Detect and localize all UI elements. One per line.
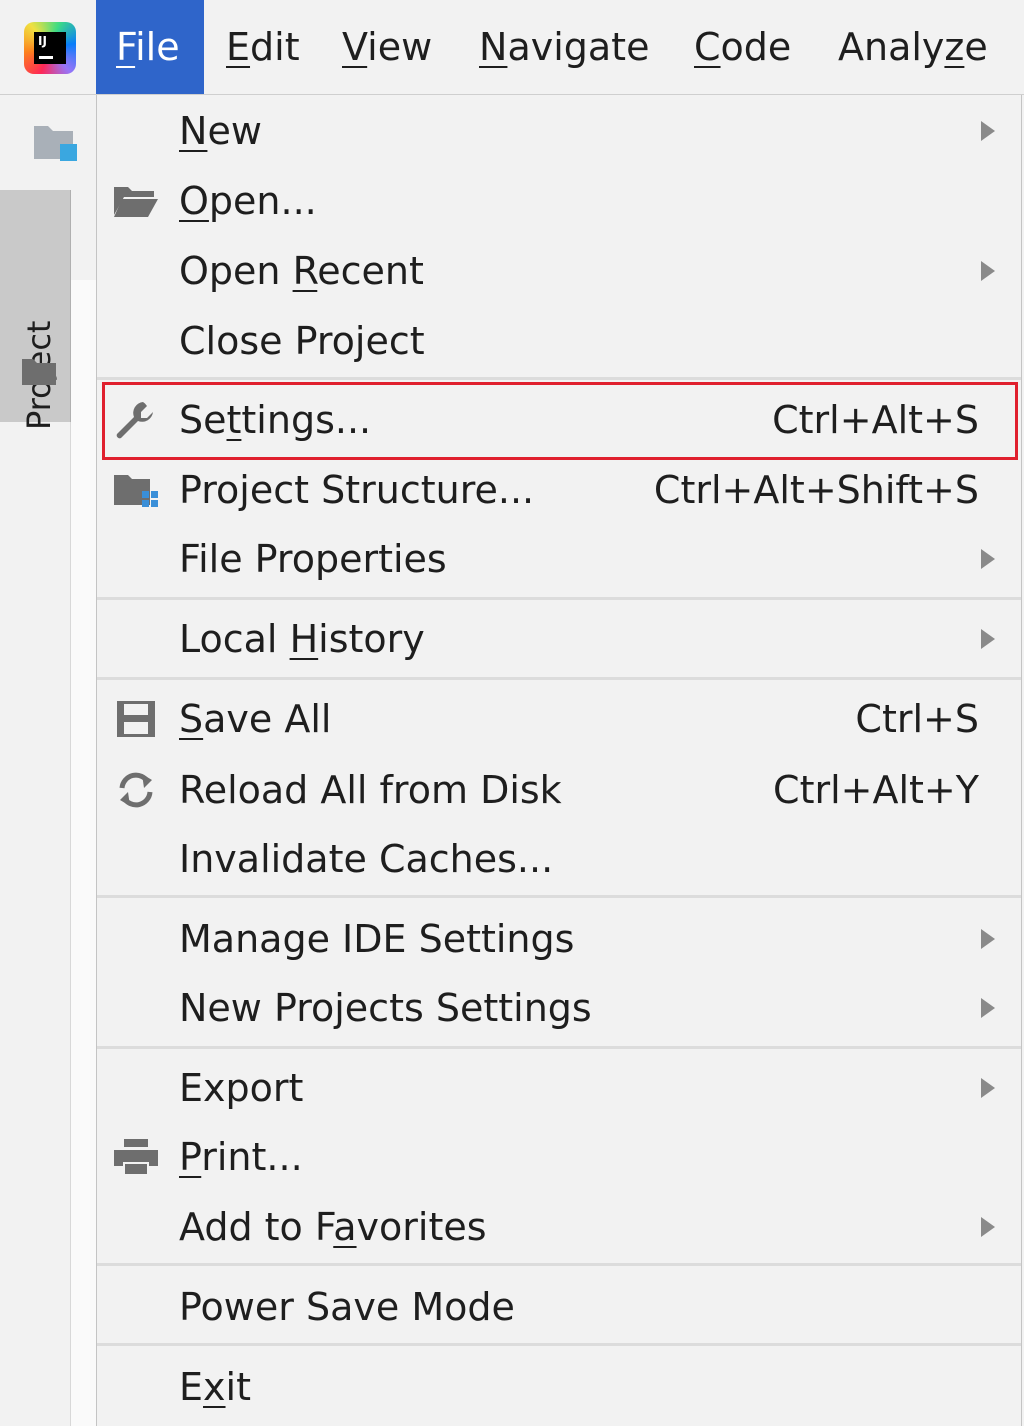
- menu-code[interactable]: Code: [672, 0, 813, 94]
- submenu-arrow-icon: [981, 629, 995, 649]
- menu-item-export[interactable]: Export: [97, 1056, 1021, 1120]
- submenu-arrow-icon: [981, 1078, 995, 1098]
- intellij-logo-icon[interactable]: IJ: [24, 22, 76, 74]
- menu-item-new-projects-settings[interactable]: New Projects Settings: [97, 976, 1021, 1040]
- menu-navigate[interactable]: Navigate: [457, 0, 671, 94]
- menu-bar: IJ File Edit View Navigate Code Analyze: [0, 0, 1024, 95]
- left-tool-strip: Project: [0, 95, 97, 1426]
- menu-item-reload-all[interactable]: Reload All from Disk Ctrl+Alt+Y: [97, 758, 1021, 822]
- menu-item-local-history[interactable]: Local History: [97, 607, 1021, 671]
- menu-item-new[interactable]: New: [97, 99, 1021, 163]
- menu-separator: [97, 377, 1021, 380]
- logo-text: IJ: [38, 34, 47, 48]
- submenu-arrow-icon: [981, 549, 995, 569]
- menu-separator: [97, 677, 1021, 680]
- menu-item-close-project[interactable]: Close Project: [97, 309, 1021, 373]
- menu-separator: [97, 597, 1021, 600]
- menu-item-open[interactable]: Open...: [97, 169, 1021, 233]
- project-tool-tab[interactable]: Project: [0, 190, 71, 430]
- menu-item-power-save-mode[interactable]: Power Save Mode: [97, 1275, 1021, 1339]
- menu-separator: [97, 1343, 1021, 1346]
- project-folder-icon[interactable]: [32, 120, 78, 164]
- menu-item-add-to-favorites[interactable]: Add to Favorites: [97, 1195, 1021, 1259]
- project-structure-icon: [111, 470, 161, 510]
- submenu-arrow-icon: [981, 998, 995, 1018]
- submenu-arrow-icon: [981, 121, 995, 141]
- menu-analyze[interactable]: Analyze: [816, 0, 1010, 94]
- shortcut-reload-all: Ctrl+Alt+Y: [773, 768, 979, 812]
- menu-view[interactable]: View: [320, 0, 454, 94]
- file-menu-dropdown: New Open... Open Recent Close Project Se…: [96, 95, 1022, 1426]
- submenu-arrow-icon: [981, 1217, 995, 1237]
- reload-icon: [111, 770, 161, 810]
- menu-edit[interactable]: Edit: [204, 0, 322, 94]
- settings-highlight-box: [102, 382, 1018, 460]
- editor-edge: [70, 280, 97, 1426]
- folder-icon: [22, 359, 56, 385]
- print-icon: [111, 1137, 161, 1177]
- menu-item-save-all[interactable]: Save All Ctrl+S: [97, 687, 1021, 751]
- save-icon: [111, 699, 161, 739]
- shortcut-project-structure: Ctrl+Alt+Shift+S: [653, 468, 979, 512]
- open-folder-icon: [111, 181, 161, 221]
- menu-item-open-recent[interactable]: Open Recent: [97, 239, 1021, 303]
- menu-separator: [97, 895, 1021, 898]
- shortcut-save-all: Ctrl+S: [855, 697, 979, 741]
- menu-item-manage-ide-settings[interactable]: Manage IDE Settings: [97, 907, 1021, 971]
- menu-item-invalidate-caches[interactable]: Invalidate Caches...: [97, 827, 1021, 891]
- menu-item-file-properties[interactable]: File Properties: [97, 527, 1021, 591]
- menu-item-exit[interactable]: Exit: [97, 1355, 1021, 1419]
- submenu-arrow-icon: [981, 261, 995, 281]
- menu-item-project-structure[interactable]: Project Structure... Ctrl+Alt+Shift+S: [97, 458, 1021, 522]
- submenu-arrow-icon: [981, 929, 995, 949]
- menu-separator: [97, 1046, 1021, 1049]
- menu-separator: [97, 1263, 1021, 1266]
- menu-item-print[interactable]: Print...: [97, 1125, 1021, 1189]
- menu-file[interactable]: File: [96, 0, 204, 94]
